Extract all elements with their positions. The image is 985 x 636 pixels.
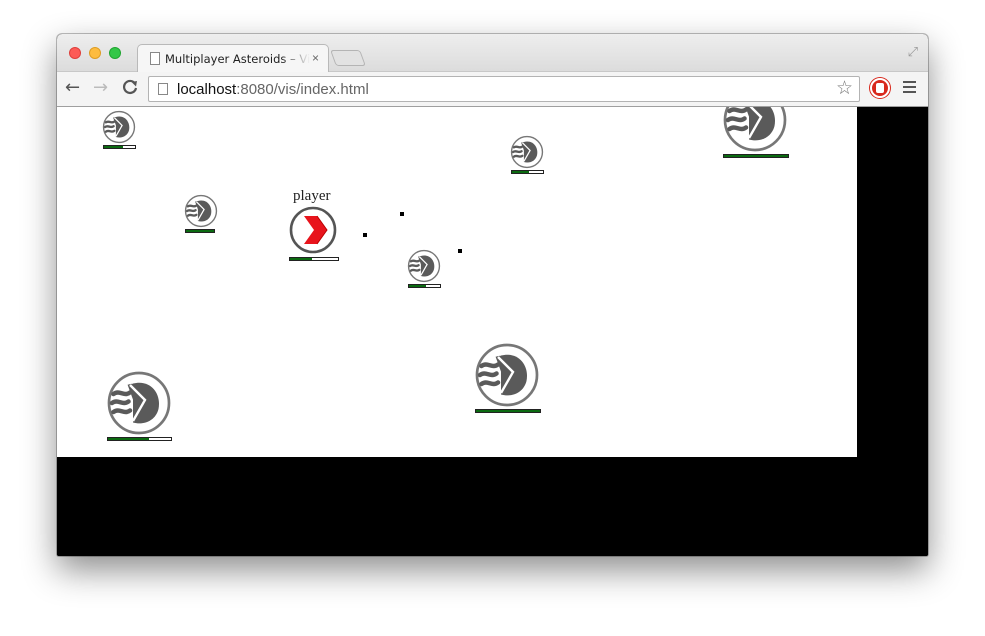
bullet [363, 233, 367, 237]
tab-active[interactable]: Multiplayer Asteroids – Vis × [137, 44, 329, 72]
bullet [400, 212, 404, 216]
player-label: player [293, 188, 331, 204]
forward-icon[interactable]: → [93, 78, 108, 98]
page-icon [158, 83, 168, 95]
back-icon[interactable]: ← [65, 78, 80, 98]
page-icon [150, 52, 160, 65]
health-bar [475, 409, 541, 413]
health-bar [723, 154, 789, 158]
asteroid-icon [407, 249, 441, 283]
bookmark-star-icon[interactable]: ☆ [836, 78, 853, 100]
tab-close-icon[interactable]: × [312, 51, 319, 65]
asteroid-icon [184, 194, 218, 228]
reload-icon[interactable] [121, 78, 139, 101]
address-bar[interactable]: localhost:8080/vis/index.html ☆ [148, 76, 860, 102]
ship-chevron-icon [289, 206, 337, 254]
asteroid-icon [102, 110, 136, 144]
asteroid-icon [475, 343, 539, 407]
extension-stop-icon[interactable] [870, 78, 890, 98]
fullscreen-icon[interactable]: ⤢ [908, 44, 918, 60]
page-viewport: player [57, 107, 928, 556]
browser-window: Multiplayer Asteroids – Vis × ⤢ ← → loca… [57, 34, 928, 556]
health-bar [408, 284, 441, 288]
tab-title: Multiplayer Asteroids – Vis [165, 52, 310, 66]
bullet [458, 249, 462, 253]
zoom-window-button[interactable] [109, 47, 121, 59]
health-bar [107, 437, 172, 441]
health-bar [511, 170, 544, 174]
asteroid-icon [723, 107, 787, 152]
close-window-button[interactable] [69, 47, 81, 59]
url-text: localhost:8080/vis/index.html [177, 81, 369, 98]
minimize-window-button[interactable] [89, 47, 101, 59]
health-bar [289, 257, 339, 261]
game-canvas[interactable]: player [57, 107, 857, 457]
asteroid-icon [510, 135, 544, 169]
asteroid-icon [107, 371, 171, 435]
menu-icon[interactable] [903, 81, 916, 96]
new-tab-button[interactable] [330, 50, 366, 66]
health-bar [185, 229, 215, 233]
tab-strip: Multiplayer Asteroids – Vis × ⤢ [57, 34, 928, 72]
browser-toolbar: ← → localhost:8080/vis/index.html ☆ [57, 72, 928, 107]
health-bar [103, 145, 136, 149]
